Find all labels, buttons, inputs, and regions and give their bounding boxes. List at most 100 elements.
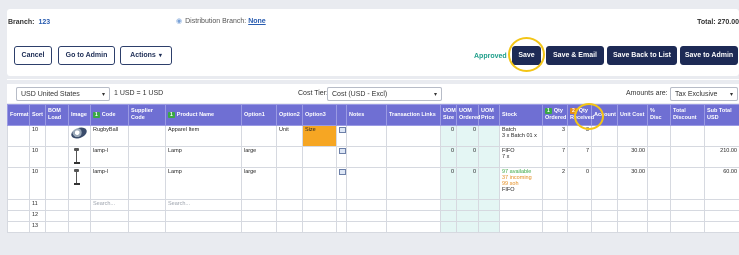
option1-cell[interactable]: large <box>241 146 277 168</box>
product-cell[interactable]: Lamp <box>165 167 242 200</box>
col-product-name[interactable]: 1 Product Name <box>165 104 242 126</box>
chevron-down-icon: ▾ <box>101 91 105 98</box>
chevron-down-icon: ▾ <box>729 91 733 98</box>
product-image <box>68 125 91 147</box>
qty-ordered-cell[interactable]: 2 <box>542 167 568 200</box>
col-notes: Notes <box>346 104 387 126</box>
sort-cell[interactable]: 10 <box>29 146 46 168</box>
option3-cell[interactable]: Size <box>302 125 337 147</box>
table-header-row: Format Sort BOM Load Image 1 Code Supplie… <box>7 104 739 126</box>
col-uom-price: UOM Price <box>478 104 500 126</box>
stock-cell: 97 available 37 incoming 99 soh FIFO <box>499 167 543 200</box>
go-to-admin-button[interactable]: Go to Admin <box>58 46 115 65</box>
info-icon: ◉ <box>176 18 183 25</box>
code-cell[interactable]: RugbyBall <box>90 125 129 147</box>
code-cell[interactable]: lamp-l <box>90 167 129 200</box>
actions-dropdown[interactable]: Actions ▾ <box>120 46 172 65</box>
subtotal-cell: 210.00 <box>704 146 739 168</box>
rugby-ball-image <box>69 125 89 141</box>
branch-value: 123 <box>38 19 51 26</box>
note-icon[interactable] <box>339 127 346 133</box>
note-icon[interactable] <box>339 148 346 154</box>
branch-info: Branch: 123 <box>8 19 50 26</box>
divider <box>7 79 739 80</box>
save-and-email-button[interactable]: Save & Email <box>546 46 604 65</box>
uom-ordered-cell[interactable]: 0 <box>456 146 479 168</box>
product-search-input[interactable]: Search... <box>165 199 242 211</box>
highlight-circle-save <box>508 37 545 72</box>
highlight-circle-qty-received <box>574 103 604 130</box>
dist-branch-link[interactable]: None <box>248 18 266 25</box>
col-format: Format <box>7 104 30 126</box>
amounts-select[interactable]: Tax Exclusive ▾ <box>670 87 738 101</box>
chevron-down-icon: ▾ <box>158 53 162 59</box>
uom-ordered-cell[interactable]: 0 <box>456 125 479 147</box>
col-uom-size: UOM Size <box>440 104 457 126</box>
qty-ordered-cell[interactable]: 7 <box>542 146 568 168</box>
stock-cell: Batch 3 x Batch 01 x <box>499 125 543 147</box>
col-code[interactable]: 1 Code <box>90 104 129 126</box>
code-header-label: Code <box>101 111 116 118</box>
option1-cell[interactable]: large <box>241 167 277 200</box>
header-panel <box>7 9 739 76</box>
code-badge: 1 <box>93 111 100 118</box>
distribution-branch: ◉ Distribution Branch: None <box>176 17 266 25</box>
sort-cell[interactable]: 11 <box>29 199 46 211</box>
unit-cost-cell[interactable] <box>617 125 648 147</box>
uom-ordered-cell[interactable]: 0 <box>456 167 479 200</box>
cost-tier-select[interactable]: Cost (USD - Excl) ▾ <box>327 87 442 101</box>
uom-size-cell[interactable]: 0 <box>440 146 457 168</box>
note-icon[interactable] <box>339 169 346 175</box>
chevron-down-icon: ▾ <box>433 91 437 98</box>
option1-cell[interactable] <box>241 125 277 147</box>
option2-cell[interactable]: Unit <box>276 125 303 147</box>
dist-branch-label: Distribution Branch: <box>185 18 247 25</box>
col-supplier-code: Supplier Code <box>128 104 166 126</box>
table-row: 10 lamp-l Lamp large 0 0 FIFO 7 x 7 7 30.… <box>7 146 739 168</box>
lamp-image <box>74 169 81 185</box>
unit-cost-cell[interactable]: 30.00 <box>617 146 648 168</box>
order-total: Total: 270.00 <box>697 19 739 26</box>
col-bom: BOM Load <box>45 104 69 126</box>
unit-cost-cell[interactable]: 30.00 <box>617 167 648 200</box>
product-cell[interactable]: Apparel Item <box>165 125 242 147</box>
actions-label: Actions <box>130 52 156 59</box>
col-transaction-links: Transaction Links <box>386 104 441 126</box>
save-back-to-list-button[interactable]: Save Back to List <box>607 46 677 65</box>
qty-received-cell[interactable]: 7 <box>567 146 592 168</box>
qty-ordered-badge: 1 <box>545 108 552 115</box>
currency-select[interactable]: USD United States ▾ <box>16 87 110 101</box>
branch-label: Branch: <box>8 19 35 26</box>
table-row: 11 Search... Search... <box>7 199 739 211</box>
sort-cell[interactable]: 12 <box>29 210 46 222</box>
col-total-discount: Total Discount <box>670 104 705 126</box>
sort-cell[interactable]: 13 <box>29 221 46 233</box>
uom-size-cell[interactable]: 0 <box>440 125 457 147</box>
code-search-input[interactable]: Search... <box>90 199 129 211</box>
currency-value: USD United States <box>21 90 80 98</box>
subtotal-cell: 60.00 <box>704 167 739 200</box>
col-note-icon <box>336 104 347 126</box>
col-option2: Option2 <box>276 104 303 126</box>
sort-cell[interactable]: 10 <box>29 167 46 200</box>
table-row: 12 <box>7 210 739 222</box>
cancel-button[interactable]: Cancel <box>14 46 52 65</box>
uom-size-cell[interactable]: 0 <box>440 167 457 200</box>
save-to-admin-button[interactable]: Save to Admin <box>680 46 738 65</box>
cost-tier-value: Cost (USD - Excl) <box>332 90 388 98</box>
sort-cell[interactable]: 10 <box>29 125 46 147</box>
top-band <box>0 0 739 8</box>
code-cell[interactable]: lamp-l <box>90 146 129 168</box>
qty-received-cell[interactable]: 0 <box>567 167 592 200</box>
qty-ordered-cell[interactable]: 3 <box>542 125 568 147</box>
col-subtotal: Sub Total USD <box>704 104 739 126</box>
col-image: Image <box>68 104 91 126</box>
col-qty-ordered[interactable]: 1 Qty Ordered <box>542 104 568 126</box>
stock-cell: FIFO 7 x <box>499 146 543 168</box>
product-cell[interactable]: Lamp <box>165 146 242 168</box>
col-option1: Option1 <box>241 104 277 126</box>
col-sort[interactable]: Sort <box>29 104 46 126</box>
product-header-label: Product Name <box>176 111 215 118</box>
col-uom-ordered: UOM Ordered <box>456 104 480 126</box>
col-unit-cost: Unit Cost <box>617 104 648 126</box>
